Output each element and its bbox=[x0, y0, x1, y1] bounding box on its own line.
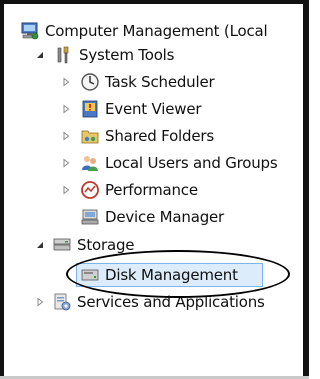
performance-icon bbox=[81, 181, 99, 199]
users-icon bbox=[82, 156, 98, 171]
disk-management-icon bbox=[81, 269, 99, 281]
tree-item-label: Computer Management (Local bbox=[45, 22, 268, 40]
expand-arrow-icon[interactable] bbox=[34, 296, 46, 308]
tree-item-label: System Tools bbox=[79, 46, 175, 64]
tree-item-label: Disk Management bbox=[105, 266, 238, 284]
tree-item-storage[interactable]: Storage bbox=[36, 232, 134, 258]
collapse-arrow-icon[interactable] bbox=[34, 239, 46, 251]
tree-item-event-viewer[interactable]: Event Viewer bbox=[63, 96, 202, 122]
tree-item-computer-management[interactable]: Computer Management (Local bbox=[20, 18, 268, 44]
device-manager-icon bbox=[81, 209, 99, 225]
services-icon bbox=[54, 293, 71, 311]
expand-arrow-icon[interactable] bbox=[60, 157, 72, 169]
expand-arrow-icon[interactable] bbox=[60, 103, 72, 115]
tree-item-label: Event Viewer bbox=[105, 100, 202, 118]
tree-item-label: Local Users and Groups bbox=[105, 154, 278, 172]
tree-item-disk-management[interactable]: Disk Management bbox=[80, 262, 238, 288]
expand-arrow-icon[interactable] bbox=[60, 130, 72, 142]
right-border bbox=[303, 0, 309, 379]
tools-icon bbox=[57, 46, 69, 64]
shared-folder-icon bbox=[81, 130, 99, 144]
console-tree: Computer Management (Local System Tools … bbox=[0, 0, 303, 376]
collapse-arrow-icon[interactable] bbox=[34, 49, 46, 61]
tree-item-label: Task Scheduler bbox=[105, 73, 215, 91]
tree-item-label: Device Manager bbox=[105, 208, 225, 226]
computer-management-icon bbox=[21, 22, 39, 40]
expand-arrow-icon[interactable] bbox=[60, 76, 72, 88]
tree-item-performance[interactable]: Performance bbox=[63, 177, 198, 203]
tree-item-local-users-and-groups[interactable]: Local Users and Groups bbox=[63, 150, 278, 176]
tree-item-shared-folders[interactable]: Shared Folders bbox=[63, 123, 214, 149]
event-viewer-icon bbox=[82, 100, 98, 118]
tree-item-label: Services and Applications bbox=[77, 293, 265, 311]
tree-item-task-scheduler[interactable]: Task Scheduler bbox=[63, 69, 215, 95]
tree-item-label: Shared Folders bbox=[105, 127, 214, 145]
tree-item-label: Storage bbox=[77, 236, 135, 254]
expand-arrow-icon[interactable] bbox=[60, 184, 72, 196]
tree-item-services-and-applications[interactable]: Services and Applications bbox=[36, 289, 265, 315]
tree-item-system-tools[interactable]: System Tools bbox=[36, 42, 174, 68]
tree-item-device-manager[interactable]: Device Manager bbox=[80, 204, 224, 230]
tree-item-label: Performance bbox=[105, 181, 198, 199]
clock-icon bbox=[81, 73, 99, 91]
storage-icon bbox=[53, 238, 71, 251]
